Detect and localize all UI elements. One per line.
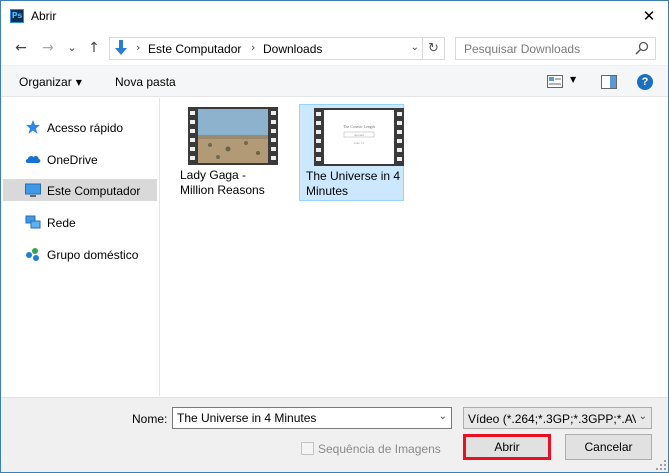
new-folder-button[interactable]: Nova pasta <box>115 75 176 89</box>
view-options-caret-icon[interactable]: ▼ <box>570 75 576 84</box>
address-dropdown-chevron-icon[interactable]: ⌄ <box>411 42 419 53</box>
chevron-down-icon[interactable]: ⌄ <box>639 411 647 422</box>
cloud-icon <box>25 155 41 163</box>
sidebar-item-label: Acesso rápido <box>47 121 124 135</box>
thumbnail-subtitle-text: sun and <box>354 133 364 137</box>
breadcrumb-separator: › <box>136 41 141 54</box>
thumbnail-title-text: The Cosmic Length <box>343 124 375 129</box>
chevron-down-icon[interactable]: ⌄ <box>439 411 447 422</box>
breadcrumb-este-computador[interactable]: Este Computador <box>148 42 241 56</box>
preview-pane-icon[interactable] <box>601 75 617 89</box>
sidebar-item-este-computador[interactable]: Este Computador <box>3 179 157 201</box>
file-name-line: Lady Gaga - <box>180 168 247 182</box>
open-button-label: Abrir <box>494 440 520 454</box>
dialog-title: Abrir <box>31 9 57 23</box>
image-sequence-checkbox[interactable] <box>301 442 314 455</box>
star-icon <box>26 120 40 134</box>
change-view-icon[interactable] <box>547 75 563 88</box>
file-name-line: Million Reasons <box>180 183 265 197</box>
sidebar-item-label: OneDrive <box>47 153 98 167</box>
sidebar-item-label: Rede <box>47 216 76 230</box>
address-bar[interactable]: › Este Computador › Downloads ⌄ ↻ <box>109 37 445 60</box>
sidebar-item-onedrive[interactable]: OneDrive <box>3 148 157 170</box>
up-arrow-icon[interactable]: ↑ <box>85 38 103 58</box>
cancel-button[interactable]: Cancelar <box>565 434 652 460</box>
close-button[interactable]: ✕ <box>640 7 658 25</box>
sidebar-item-acesso-rapido[interactable]: Acesso rápido <box>3 116 157 138</box>
network-icon <box>25 215 41 229</box>
help-icon[interactable]: ? <box>637 74 653 90</box>
file-name-line: The Universe in 4 <box>306 169 401 183</box>
file-name-label: Lady Gaga - Million Reasons <box>180 168 278 198</box>
thumbnail-footer-text: scale 1:1 <box>354 141 365 145</box>
file-item-lady-gaga[interactable]: Lady Gaga - Million Reasons <box>174 104 279 201</box>
file-name-line: Minutes <box>306 184 349 198</box>
slide-video-thumbnail: The Cosmic Length sun and scale 1:1 <box>314 108 404 166</box>
file-name-label: Nome: <box>132 412 168 426</box>
caret-down-icon: ▼ <box>75 78 82 87</box>
file-item-universe-in-4-minutes[interactable]: The Cosmic Length sun and scale 1:1 The … <box>299 104 404 201</box>
breadcrumb-separator: › <box>251 41 256 54</box>
recent-locations-chevron-icon[interactable]: ⌄ <box>63 38 81 58</box>
search-input[interactable] <box>456 38 632 59</box>
file-type-value: Vídeo (*.264;*.3GP;*.3GPP;*.AVC <box>468 412 636 426</box>
image-sequence-label: Sequência de Imagens <box>318 442 441 456</box>
file-name-label: The Universe in 4 Minutes <box>306 169 404 199</box>
open-button[interactable]: Abrir <box>463 434 551 460</box>
file-name-input[interactable] <box>173 408 431 428</box>
sidebar-item-rede[interactable]: Rede <box>3 211 157 233</box>
organize-menu-button[interactable]: Organizar ▼ <box>19 75 82 89</box>
desert-video-thumbnail <box>188 107 278 165</box>
open-dialog: Ps Abrir ✕ ← → ⌄ ↑ › Este Computador › D… <box>0 0 669 473</box>
resize-grip-icon[interactable] <box>656 460 666 470</box>
navigation-pane: Acesso rápido OneDrive Este Computador R… <box>1 98 160 396</box>
title-bar: Ps Abrir ✕ <box>1 1 668 31</box>
sidebar-item-label: Este Computador <box>47 184 141 198</box>
file-name-combobox[interactable]: ⌄ <box>172 407 452 429</box>
photoshop-icon: Ps <box>10 9 24 23</box>
organize-label: Organizar <box>19 75 72 89</box>
file-name-panel: Nome: ⌄ Vídeo (*.264;*.3GP;*.3GPP;*.AVC … <box>1 397 668 472</box>
downloads-folder-icon <box>115 40 127 55</box>
file-type-select[interactable]: Vídeo (*.264;*.3GP;*.3GPP;*.AVC ⌄ <box>463 407 652 429</box>
command-toolbar: Organizar ▼ Nova pasta ▼ ? <box>1 65 668 97</box>
homegroup-icon <box>26 248 39 261</box>
file-list: Lady Gaga - Million Reasons The Cosmic L… <box>161 98 668 396</box>
breadcrumb-downloads[interactable]: Downloads <box>263 42 322 56</box>
sidebar-item-label: Grupo doméstico <box>47 248 139 262</box>
navigation-bar: ← → ⌄ ↑ › Este Computador › Downloads ⌄ … <box>1 31 668 65</box>
forward-arrow-icon[interactable]: → <box>39 38 57 58</box>
search-box[interactable] <box>455 37 656 60</box>
search-icon[interactable] <box>635 41 649 55</box>
refresh-icon[interactable]: ↻ <box>422 38 444 59</box>
sidebar-item-grupo-domestico[interactable]: Grupo doméstico <box>3 243 157 265</box>
computer-icon <box>25 183 41 197</box>
back-arrow-icon[interactable]: ← <box>12 38 30 58</box>
